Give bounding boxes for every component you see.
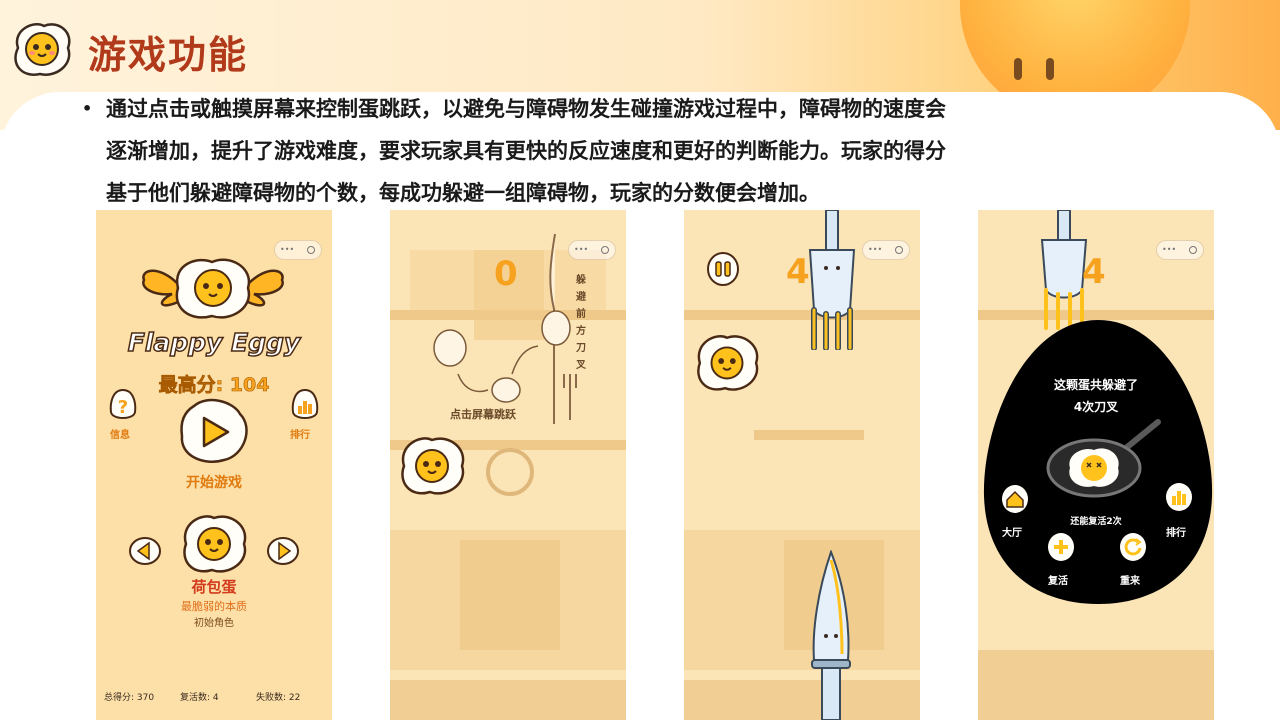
- rank-chart-icon[interactable]: [290, 388, 320, 424]
- svg-text:?: ?: [118, 397, 128, 418]
- screenshot-game-over: 4 这颗蛋共躲避了 4次刀叉 还能复活2次 大厅 排行 复活 重来: [978, 210, 1214, 720]
- question-icon[interactable]: ?: [108, 388, 138, 424]
- slide-description: • 通过点击或触摸屏幕来控制蛋跳跃，以避免与障碍物发生碰撞游戏过程中，障碍物的速…: [82, 88, 1192, 214]
- character-description: 最脆弱的本质: [181, 600, 247, 613]
- score-counter: 4: [1082, 252, 1106, 292]
- play-button[interactable]: [174, 396, 252, 466]
- result-line-1: 这颗蛋共躲避了: [1053, 378, 1138, 392]
- prev-character-icon[interactable]: [128, 536, 162, 566]
- description-line: 逐渐增加，提升了游戏难度，要求玩家具有更快的反应速度和更好的判断能力。玩家的得分: [106, 139, 946, 163]
- winged-egg-logo-icon: [142, 258, 284, 319]
- knife-obstacle-icon: [811, 550, 851, 720]
- character-name: 荷包蛋: [191, 578, 237, 596]
- screenshot-gameplay[interactable]: 4: [684, 210, 920, 720]
- rank-chart-icon[interactable]: [1164, 482, 1194, 512]
- tap-hint-label: 点击屏幕跳跃: [450, 408, 516, 421]
- screenshot-main-menu: Flappy Eggy 最高分: 104 ? 信息 排行 开始游戏 荷包蛋 最脆…: [96, 210, 332, 720]
- revive-label[interactable]: 复活: [1048, 572, 1068, 587]
- sun-eye-left: [1014, 58, 1022, 80]
- start-game-label[interactable]: 开始游戏: [96, 472, 332, 492]
- rank-label[interactable]: 排行: [1166, 524, 1186, 539]
- revive-plus-icon[interactable]: [1046, 532, 1076, 562]
- restart-icon[interactable]: [1118, 532, 1148, 562]
- screenshot-tutorial[interactable]: 0 躲避前方刀叉 点击屏幕跳跃: [390, 210, 626, 720]
- fail-count: 失败数: 22: [256, 693, 301, 703]
- revive-count: 复活数: 4: [180, 693, 219, 703]
- miniprogram-capsule[interactable]: [862, 240, 910, 260]
- frying-pan-icon: [1046, 419, 1161, 498]
- result-line-2: 4次刀叉: [1073, 400, 1119, 414]
- lobby-label[interactable]: 大厅: [1002, 524, 1022, 539]
- total-score: 总得分: 370: [104, 693, 155, 703]
- rank-label: 排行: [290, 430, 310, 441]
- slide-title: 游戏功能: [88, 33, 249, 77]
- restart-label[interactable]: 重来: [1120, 572, 1140, 587]
- fried-egg-player-icon: [401, 437, 465, 495]
- egg-logo-icon: [14, 23, 71, 76]
- character-tag: 初始角色: [194, 618, 234, 629]
- miniprogram-capsule[interactable]: [1156, 240, 1204, 260]
- avoid-hint-label: 躲避前方刀叉: [576, 275, 586, 371]
- fried-egg-character-icon: [183, 515, 247, 573]
- fried-egg-player-icon: [697, 335, 759, 391]
- description-line: 基于他们躲避障碍物的个数，每成功躲避一组障碍物，玩家的分数便会增加。: [106, 181, 820, 205]
- description-line: 通过点击或触摸屏幕来控制蛋跳跃，以避免与障碍物发生碰撞游戏过程中，障碍物的速度会: [106, 97, 946, 121]
- game-title: Flappy Eggy: [127, 327, 301, 358]
- sun-eye-right: [1046, 58, 1054, 80]
- next-character-icon[interactable]: [266, 536, 300, 566]
- bullet-point: •: [82, 99, 93, 118]
- info-label: 信息: [110, 430, 130, 441]
- pause-button[interactable]: [706, 252, 740, 286]
- lobby-home-icon[interactable]: [1000, 484, 1030, 514]
- fork-obstacle-icon: [808, 210, 856, 350]
